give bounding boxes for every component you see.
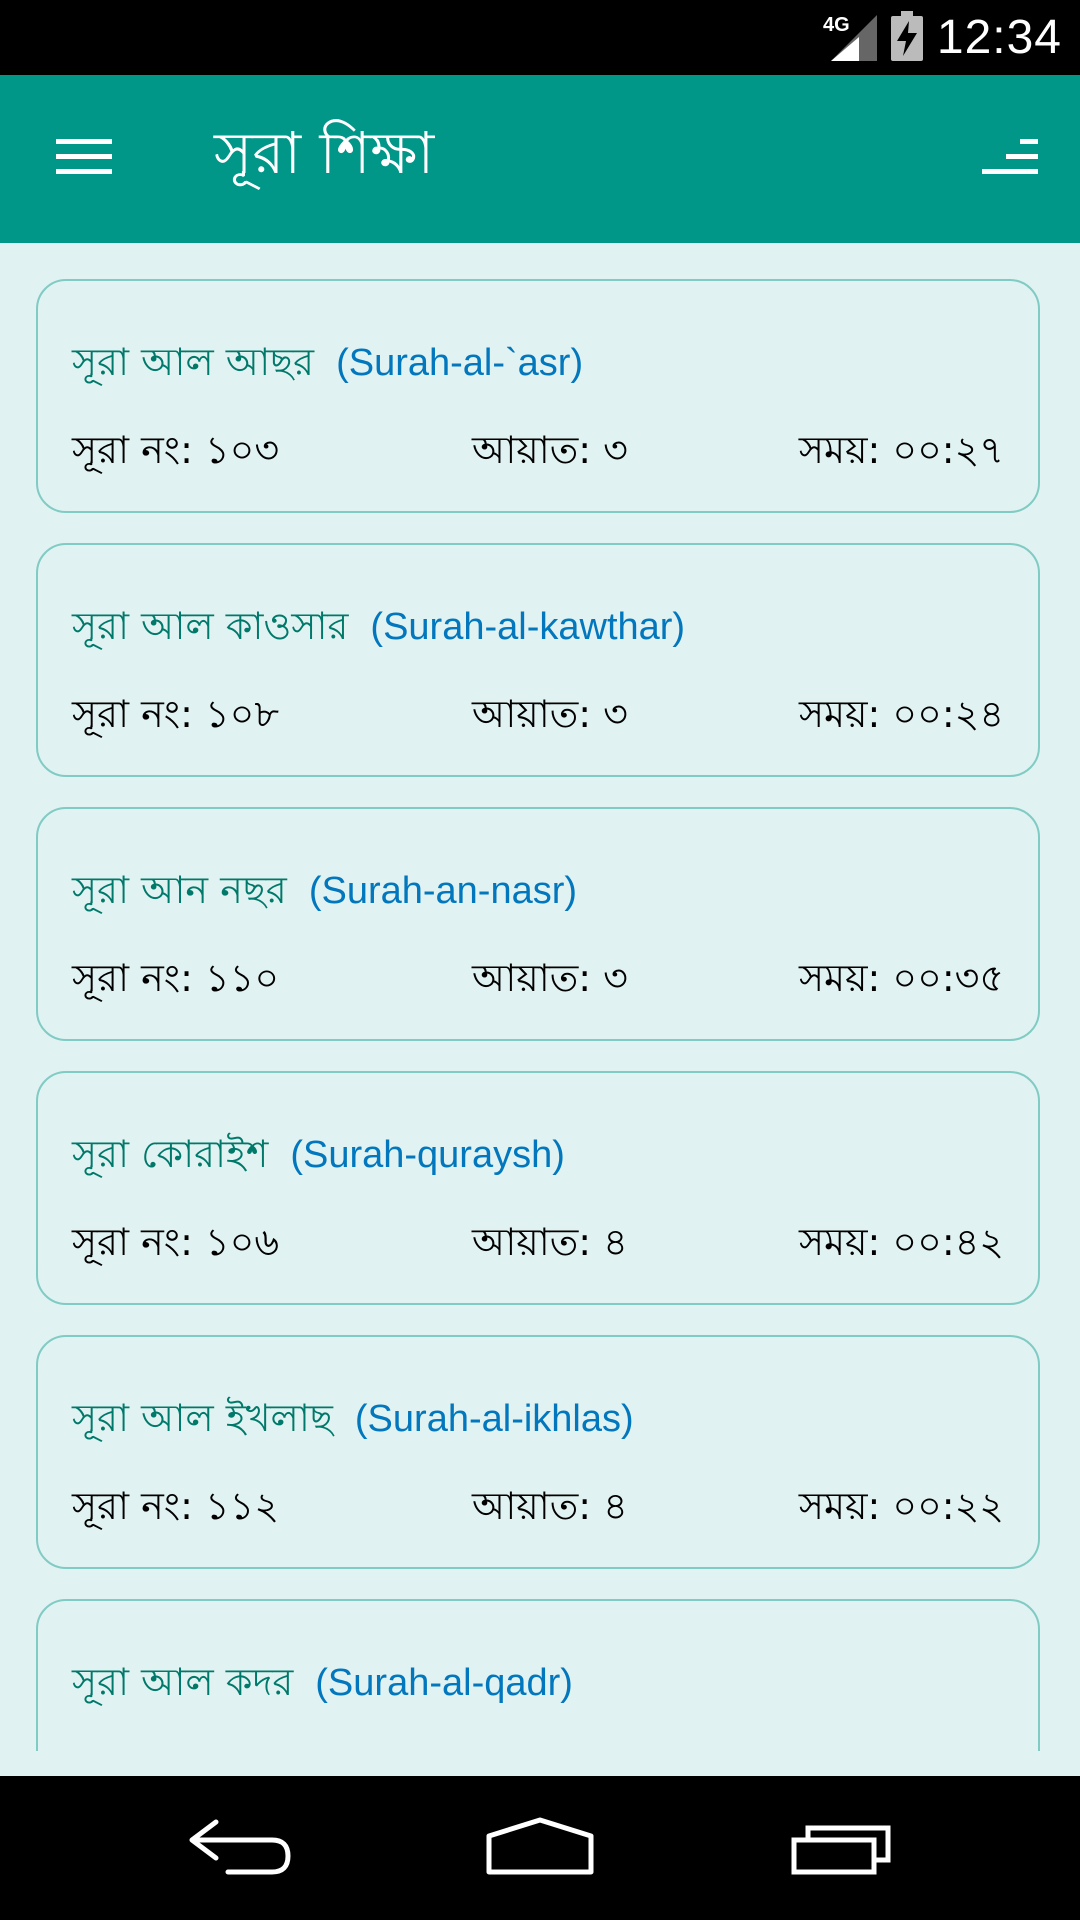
status-bar: 4G 12:34	[0, 0, 1080, 75]
surah-card[interactable]: সূরা আল কদর (Surah-al-qadr)	[36, 1599, 1040, 1751]
surah-bn-name: সূরা আল কাওসার	[72, 604, 349, 648]
surah-bn-name: সূরা কোরাইশ	[72, 1132, 269, 1176]
surah-card[interactable]: সূরা কোরাইশ (Surah-quraysh) সূরা নং: ১০৬ …	[36, 1071, 1040, 1305]
surah-info-row: সূরা নং: ১১০ আয়াত: ৩ সময়: ০০:৩৫	[72, 953, 1004, 1003]
app-title: সূরা শিক্ষা	[214, 119, 435, 187]
menu-button[interactable]	[40, 119, 128, 199]
navigation-bar	[0, 1776, 1080, 1920]
surah-bn-name: সূরা আল কদর	[72, 1660, 294, 1704]
back-button[interactable]	[160, 1798, 320, 1898]
surah-card[interactable]: সূরা আল ইখলাছ (Surah-al-ikhlas) সূরা নং: …	[36, 1335, 1040, 1569]
surah-name-row: সূরা আন নছর (Surah-an-nasr)	[72, 865, 577, 916]
status-icons: 4G 12:34	[823, 0, 1062, 75]
surah-duration: সময়: ০০:২২	[798, 1484, 1004, 1528]
sort-icon	[982, 137, 1038, 181]
surah-bn-name: সূরা আল ইখলাছ	[72, 1396, 333, 1440]
surah-name-row: সূরা কোরাইশ (Surah-quraysh)	[72, 1129, 565, 1180]
sort-button[interactable]	[970, 119, 1050, 199]
surah-name-row: সূরা আল কাওসার (Surah-al-kawthar)	[72, 601, 685, 652]
home-icon	[485, 1816, 595, 1880]
surah-card[interactable]: সূরা আল আছর (Surah-al-`asr) সূরা নং: ১০৩ …	[36, 279, 1040, 513]
surah-number: সূরা নং: ১১২	[72, 1484, 280, 1528]
surah-ayat: আয়াত: ৩	[472, 692, 628, 736]
surah-ayat: আয়াত: ৩	[472, 428, 628, 472]
surah-card[interactable]: সূরা আল কাওসার (Surah-al-kawthar) সূরা নং…	[36, 543, 1040, 777]
surah-ayat: আয়াত: ৩	[472, 956, 628, 1000]
surah-list[interactable]: সূরা আল আছর (Surah-al-`asr) সূরা নং: ১০৩ …	[36, 279, 1044, 1751]
hamburger-menu-icon	[56, 137, 112, 181]
surah-ayat: আয়াত: ৪	[472, 1220, 628, 1264]
surah-bn-name: সূরা আন নছর	[72, 868, 287, 912]
surah-info-row: সূরা নং: ১১২ আয়াত: ৪ সময়: ০০:২২	[72, 1481, 1004, 1531]
surah-info-row: সূরা নং: ১০৬ আয়াত: ৪ সময়: ০০:৪২	[72, 1217, 1004, 1267]
surah-name-row: সূরা আল কদর (Surah-al-qadr)	[72, 1657, 573, 1708]
surah-en-name: (Surah-al-kawthar)	[370, 606, 686, 648]
surah-en-name: (Surah-al-`asr)	[336, 342, 584, 384]
surah-name-row: সূরা আল ইখলাছ (Surah-al-ikhlas)	[72, 1393, 634, 1444]
surah-number: সূরা নং: ১১০	[72, 956, 280, 1000]
surah-en-name: (Surah-al-qadr)	[315, 1662, 573, 1704]
surah-number: সূরা নং: ১০৬	[72, 1220, 280, 1264]
home-button[interactable]	[460, 1798, 620, 1898]
recent-apps-icon	[790, 1816, 894, 1880]
app-bar: সূরা শিক্ষা	[0, 75, 1080, 243]
surah-number: সূরা নং: ১০৩	[72, 428, 280, 472]
battery-charging-icon	[890, 10, 923, 65]
surah-ayat: আয়াত: ৪	[472, 1484, 628, 1528]
surah-number: সূরা নং: ১০৮	[72, 692, 280, 736]
surah-en-name: (Surah-an-nasr)	[308, 870, 578, 912]
svg-text:4G: 4G	[823, 14, 850, 36]
recent-apps-button[interactable]	[762, 1798, 922, 1898]
surah-duration: সময়: ০০:৩৫	[798, 956, 1004, 1000]
surah-en-name: (Surah-quraysh)	[290, 1134, 565, 1176]
surah-duration: সময়: ০০:৪২	[798, 1220, 1004, 1264]
surah-info-row: সূরা নং: ১০৩ আয়াত: ৩ সময়: ০০:২৭	[72, 425, 1004, 475]
surah-duration: সময়: ০০:২৪	[798, 692, 1004, 736]
surah-card[interactable]: সূরা আন নছর (Surah-an-nasr) সূরা নং: ১১০ …	[36, 807, 1040, 1041]
surah-info-row: সূরা নং: ১০৮ আয়াত: ৩ সময়: ০০:২৪	[72, 689, 1004, 739]
surah-bn-name: সূরা আল আছর	[72, 340, 315, 384]
status-time: 12:34	[936, 11, 1062, 64]
surah-info-row	[72, 1745, 1004, 1751]
signal-icon: 4G	[823, 11, 877, 65]
surah-duration: সময়: ০০:২৭	[798, 428, 1004, 472]
back-icon	[188, 1816, 292, 1880]
surah-en-name: (Surah-al-ikhlas)	[354, 1398, 634, 1440]
surah-name-row: সূরা আল আছর (Surah-al-`asr)	[72, 337, 583, 388]
